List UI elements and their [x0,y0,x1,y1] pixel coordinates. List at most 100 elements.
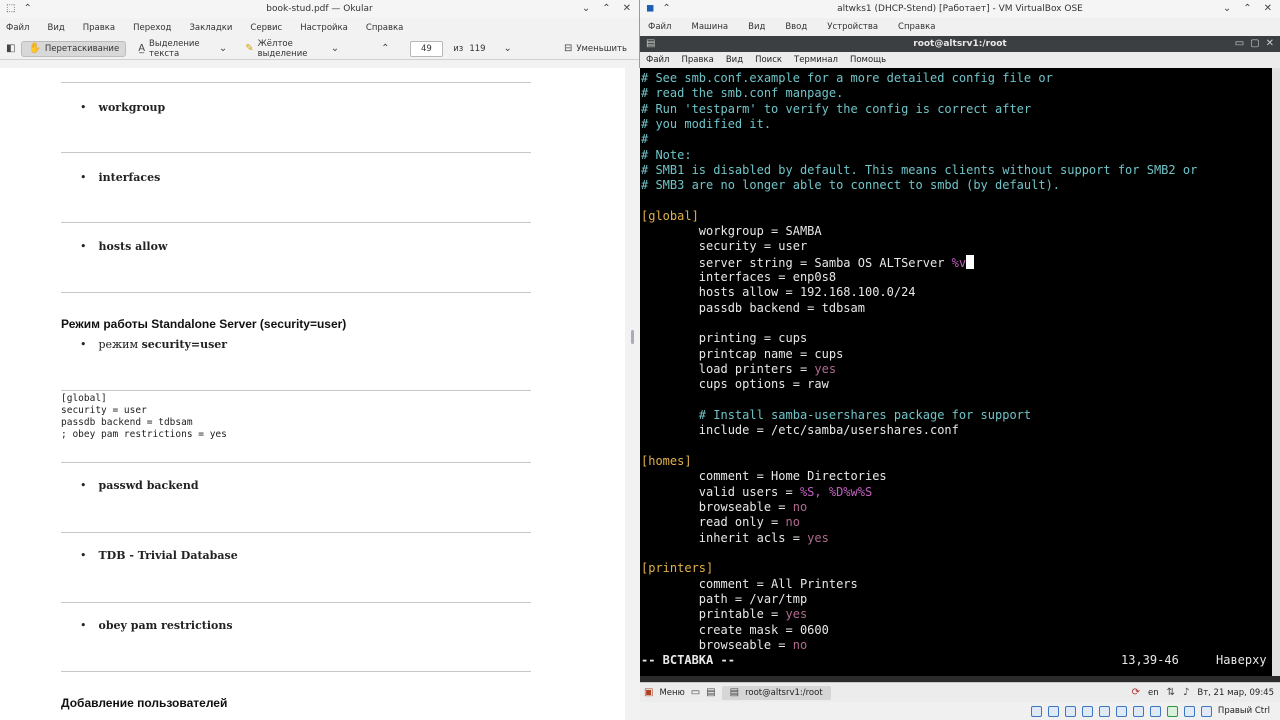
divider [61,602,531,603]
shared-folders-icon[interactable] [1115,705,1127,717]
zoom-out-button[interactable]: ⊟ Уменьшить [558,42,633,56]
taskbar-task-terminal[interactable]: ▤ root@altsrv1:/root [721,685,831,700]
usb-icon[interactable] [1098,705,1110,717]
start-menu-label[interactable]: Меню [659,688,684,698]
start-menu-icon[interactable]: ▣ [644,687,653,698]
menu-go[interactable]: Переход [133,23,171,33]
terminal-line: security = user [641,239,808,253]
konsole-menu-edit[interactable]: Правка [681,55,713,65]
minimize-icon[interactable]: ⌄ [1223,4,1231,14]
highlight-button[interactable]: ✎ Жёлтое выделение ⌄ [239,37,345,61]
minimize-icon[interactable]: ⌄ [582,4,590,14]
cpu-icon[interactable] [1166,705,1178,717]
close-icon[interactable]: ✕ [1264,4,1272,14]
vbox-menu-file[interactable]: Файл [648,22,671,32]
chevron-down-icon[interactable]: ⌄ [331,43,339,54]
terminal-screen[interactable]: # See smb.conf.example for a more detail… [640,68,1272,676]
konsole-menu-view[interactable]: Вид [726,55,743,65]
terminal-line: browseable = no [641,638,808,652]
next-page-icon[interactable]: ⌄ [504,43,512,54]
page-total: 119 [469,43,486,54]
terminal-line: printcap name = cups [641,347,844,361]
close-icon[interactable]: ✕ [1266,39,1274,49]
virtualbox-logo-icon: ◼ [646,3,655,14]
konsole-menu-search[interactable]: Поиск [755,55,782,65]
vbox-menu-machine[interactable]: Машина [691,22,728,32]
optical-drive-icon[interactable] [1047,705,1059,717]
keep-above-icon[interactable]: ⌃ [662,4,670,14]
display-icon[interactable] [1132,705,1144,717]
menu-file[interactable]: Файл [6,23,29,33]
highlight-label: Жёлтое выделение [257,38,308,59]
terminal-line: printing = cups [641,331,808,345]
vim-mode: -- ВСТАВКА -- [641,653,735,667]
hand-icon: ✋ [28,42,41,54]
maximize-icon[interactable]: ▢ [1250,39,1259,49]
konsole-menu-file[interactable]: Файл [646,55,669,65]
divider [61,222,531,223]
document-scrollbar[interactable] [625,68,640,720]
prev-page-icon[interactable]: ⌃ [381,43,389,54]
menu-edit[interactable]: Правка [83,23,115,33]
sidebar-toggle-icon[interactable]: ◧ [6,43,15,54]
pin-icon[interactable]: ⬚ [6,4,15,14]
terminal-line: # SMB3 are no longer able to connect to … [641,178,1061,192]
terminal-line: include = /etc/samba/usershares.conf [641,423,959,437]
update-icon[interactable]: ⟳ [1132,687,1140,698]
vbox-menu-view[interactable]: Вид [748,22,765,32]
terminal-line: inherit acls = yes [641,531,829,545]
terminal-line: # read the smb.conf manpage. [641,86,844,100]
highlighter-icon: ✎ [245,42,254,54]
clock[interactable]: Вт, 21 мар, 09:45 [1197,688,1274,698]
page-of-label: из [453,43,464,54]
vbox-menu-input[interactable]: Ввод [785,22,807,32]
maximize-icon[interactable]: ⌃ [602,4,610,14]
list-item: • obey pam restrictions [80,619,233,632]
terminal-launcher-icon[interactable]: ▤ [706,687,715,698]
vbox-titlebar: ◼ ⌃ altwks1 (DHCP-Stend) [Работает] - VM… [640,0,1280,18]
maximize-icon[interactable]: ⌃ [1243,4,1251,14]
keep-above-icon[interactable]: ⌃ [23,4,31,14]
terminal-scrollbar[interactable] [1272,68,1280,676]
vbox-menu-help[interactable]: Справка [898,22,935,32]
drag-tool-button[interactable]: ✋ Перетаскивание [21,40,127,57]
okular-title: book-stud.pdf — Okular [266,4,373,14]
konsole-menu-terminal[interactable]: Терминал [794,55,838,65]
menu-settings[interactable]: Настройка [300,23,348,33]
menu-help[interactable]: Справка [366,23,403,33]
close-icon[interactable]: ✕ [623,4,631,14]
scrollbar-thumb[interactable] [631,330,634,344]
minimize-icon[interactable]: ▭ [1235,39,1244,49]
terminal-line: cups options = raw [641,377,829,391]
page-number-input[interactable]: 49 [409,40,444,57]
terminal-line: [homes] [641,454,692,468]
divider [61,532,531,533]
cursor-position: 13,39-46 [1121,653,1179,667]
menu-tools[interactable]: Сервис [250,23,282,33]
chevron-down-icon[interactable]: ⌄ [219,43,227,54]
network-icon[interactable]: ⇅ [1167,687,1175,698]
divider [61,671,531,672]
recording-icon[interactable] [1149,705,1161,717]
network-adapter-icon[interactable] [1081,705,1093,717]
terminal-line: # SMB1 is disabled by default. This mean… [641,163,1198,177]
terminal-line: [printers] [641,561,714,575]
audio-icon[interactable] [1064,705,1076,717]
text-select-button[interactable]: A̲ Выделение текста ⌄ [132,37,233,61]
konsole-menu-help[interactable]: Помощь [850,55,886,65]
divider [61,462,531,463]
menu-view[interactable]: Вид [47,23,64,33]
terminal-line: path = /var/tmp [641,592,808,606]
keyboard-icon[interactable] [1200,705,1212,717]
desktop-icon[interactable]: ▭ [691,687,700,698]
document-page[interactable]: • workgroup • interfaces • hosts allow Режи… [0,68,625,720]
vbox-menu-devices[interactable]: Устройства [827,22,878,32]
vbox-statusbar: Правый Ctrl [640,702,1280,720]
keyboard-layout[interactable]: en [1148,688,1159,698]
volume-icon[interactable]: ♪ [1183,687,1189,698]
hdd-icon[interactable] [1030,705,1042,717]
mouse-integration-icon[interactable] [1183,705,1195,717]
menu-bookmarks[interactable]: Закладки [189,23,232,33]
konsole-title: root@altsrv1:/root [913,39,1007,49]
terminal-line: interfaces = enp0s8 [641,270,837,284]
